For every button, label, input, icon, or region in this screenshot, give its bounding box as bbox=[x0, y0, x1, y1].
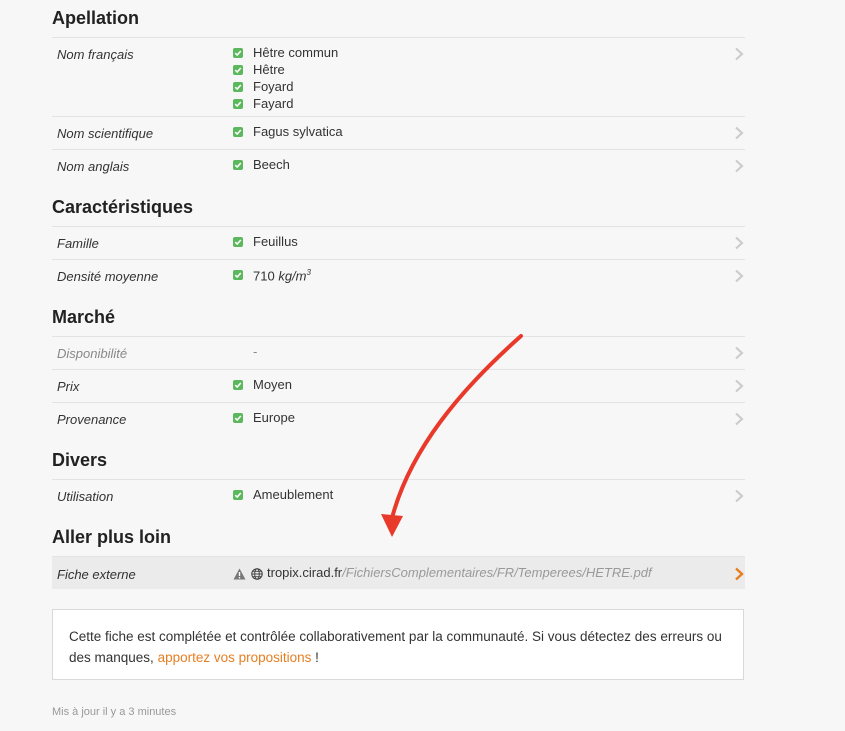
value-item: Fayard bbox=[233, 95, 338, 112]
row-label: Fiche externe bbox=[57, 567, 136, 582]
value-item: - bbox=[253, 344, 258, 359]
value-item: Hêtre bbox=[233, 61, 338, 78]
external-link[interactable]: tropix.cirad.fr/FichiersComplementaires/… bbox=[233, 564, 652, 581]
check-icon bbox=[233, 379, 243, 390]
row-fiche-externe[interactable]: Fiche externe tropix.cirad.fr/FichiersCo… bbox=[52, 556, 745, 589]
value-item: Foyard bbox=[233, 78, 338, 95]
row-label: Provenance bbox=[57, 412, 127, 427]
section-title-apellation: Apellation bbox=[52, 8, 140, 28]
row-label: Disponibilité bbox=[57, 346, 128, 361]
check-icon bbox=[233, 98, 243, 109]
check-icon bbox=[233, 126, 243, 137]
check-icon bbox=[233, 269, 243, 280]
row-utilisation[interactable]: Utilisation Ameublement bbox=[52, 479, 745, 513]
row-label: Prix bbox=[57, 379, 80, 394]
link-domain: tropix.cirad.fr bbox=[267, 565, 343, 580]
check-icon bbox=[233, 47, 243, 58]
row-label: Famille bbox=[57, 236, 99, 251]
chevron-right-icon[interactable] bbox=[733, 489, 745, 503]
chevron-right-icon[interactable] bbox=[733, 379, 745, 393]
value-item: 710 kg/m3 bbox=[233, 266, 311, 284]
propositions-link[interactable]: apportez vos propositions bbox=[158, 650, 312, 665]
check-icon bbox=[233, 81, 243, 92]
row-label: Nom scientifique bbox=[57, 126, 154, 141]
chevron-right-icon[interactable] bbox=[733, 126, 745, 140]
chevron-right-icon[interactable] bbox=[733, 567, 745, 581]
row-densite-moyenne[interactable]: Densité moyenne 710 kg/m3 bbox=[52, 259, 745, 293]
check-icon bbox=[233, 64, 243, 75]
globe-icon bbox=[251, 567, 263, 580]
row-label: Nom anglais bbox=[57, 159, 130, 174]
note-text-end: ! bbox=[311, 650, 319, 665]
chevron-right-icon[interactable] bbox=[733, 159, 745, 173]
value-item: Ameublement bbox=[233, 486, 333, 503]
chevron-right-icon[interactable] bbox=[733, 346, 745, 360]
warning-icon bbox=[233, 567, 246, 579]
row-provenance[interactable]: Provenance Europe bbox=[52, 402, 745, 436]
check-icon bbox=[233, 236, 243, 247]
chevron-right-icon[interactable] bbox=[733, 269, 745, 283]
chevron-right-icon[interactable] bbox=[733, 236, 745, 250]
value-item: Europe bbox=[233, 409, 295, 426]
row-label: Utilisation bbox=[57, 489, 114, 504]
chevron-right-icon[interactable] bbox=[733, 47, 745, 61]
value-item: Moyen bbox=[233, 376, 292, 393]
last-updated: Mis à jour il y a 3 minutes bbox=[52, 706, 177, 718]
section-title-divers: Divers bbox=[52, 450, 108, 470]
section-title-aller-plus-loin: Aller plus loin bbox=[52, 527, 172, 547]
value-item: Fagus sylvatica bbox=[233, 123, 343, 140]
row-nom-anglais[interactable]: Nom anglais Beech bbox=[52, 149, 745, 183]
row-label: Densité moyenne bbox=[57, 269, 159, 284]
row-disponibilite[interactable]: Disponibilité - bbox=[52, 336, 745, 370]
check-icon bbox=[233, 412, 243, 423]
value-item: Beech bbox=[233, 156, 290, 173]
link-path: /FichiersComplementaires/FR/Temperees/HE… bbox=[342, 565, 652, 580]
value-item: Hêtre commun bbox=[233, 44, 338, 61]
chevron-right-icon[interactable] bbox=[733, 412, 745, 426]
section-title-marche: Marché bbox=[52, 307, 116, 327]
collaboration-note: Cette fiche est complétée et contrôlée c… bbox=[52, 609, 744, 680]
row-nom-scientifique[interactable]: Nom scientifique Fagus sylvatica bbox=[52, 116, 745, 150]
check-icon bbox=[233, 159, 243, 170]
value-item: Feuillus bbox=[233, 233, 298, 250]
row-famille[interactable]: Famille Feuillus bbox=[52, 226, 745, 260]
row-nom-francais[interactable]: Nom français Hêtre commun Hêtre Foyard F… bbox=[52, 37, 745, 117]
row-prix[interactable]: Prix Moyen bbox=[52, 369, 745, 403]
check-icon bbox=[233, 489, 243, 500]
section-title-caracteristiques: Caractéristiques bbox=[52, 197, 194, 217]
row-label: Nom français bbox=[57, 47, 134, 62]
